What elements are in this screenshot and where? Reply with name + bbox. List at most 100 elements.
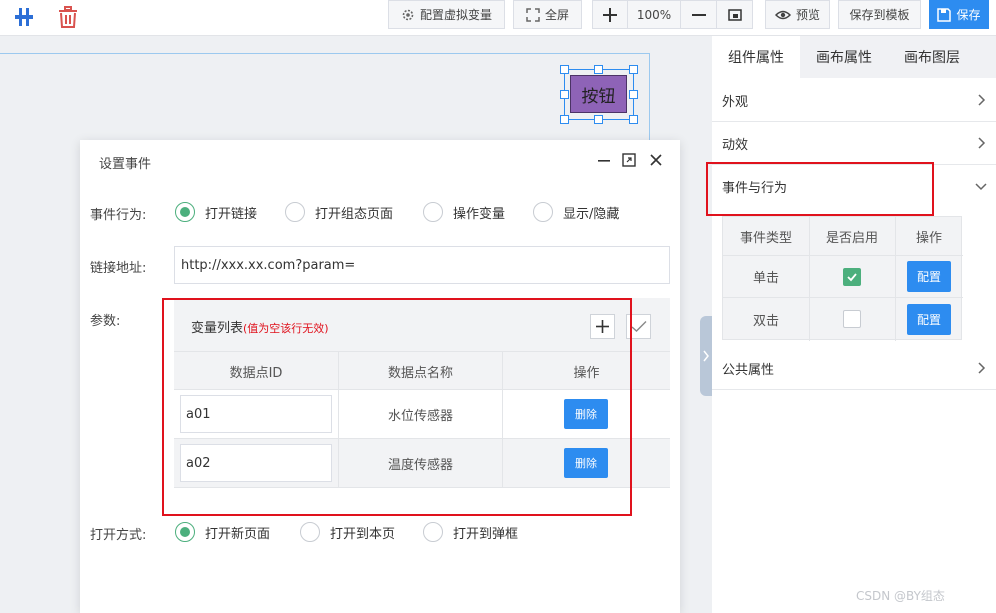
radio-dot: [423, 522, 443, 542]
event-table: 事件类型 是否启用 操作 单击 配置 双击 配置: [722, 216, 963, 341]
radio-label: 打开链接: [205, 206, 258, 222]
radio-open-scada-page[interactable]: 打开组态页面: [285, 202, 393, 222]
floppy-disk-icon: [937, 7, 952, 22]
configure-button[interactable]: 配置: [907, 303, 951, 335]
canvas-boundary-vline: [649, 53, 650, 153]
radio-dot: [533, 202, 553, 222]
events-highlight-box: [706, 162, 934, 216]
radio-label: 打开组态页面: [315, 206, 394, 222]
radio-show-hide[interactable]: 显示/隐藏: [533, 202, 619, 222]
config-virtual-vars-label: 配置虚拟变量: [419, 8, 492, 22]
event-table-header: 操作: [915, 230, 942, 246]
minus-icon: [691, 13, 706, 16]
radio-operate-variable[interactable]: 操作变量: [423, 202, 505, 222]
align-icon[interactable]: [11, 4, 37, 30]
maximize-icon[interactable]: [621, 152, 637, 168]
chevron-down-icon: [975, 183, 987, 191]
canvas-button-widget[interactable]: 按钮: [570, 75, 627, 113]
save-to-template-button[interactable]: 保存到模板: [838, 0, 921, 29]
radio-label: 操作变量: [453, 206, 506, 222]
expand-icon: [526, 7, 540, 22]
canvas-boundary-line: [0, 53, 650, 54]
save-to-template-label: 保存到模板: [849, 8, 910, 22]
radio-open-new-page[interactable]: 打开新页面: [175, 522, 270, 542]
resize-handle[interactable]: [594, 65, 603, 74]
radio-label: 打开到弹框: [453, 526, 519, 542]
fullscreen-label: 全屏: [544, 8, 569, 22]
chevron-right-icon: [978, 137, 986, 149]
radio-dot: [423, 202, 443, 222]
radio-open-link[interactable]: 打开链接: [175, 202, 257, 222]
resize-handle[interactable]: [560, 90, 569, 99]
configure-button[interactable]: 配置: [907, 261, 951, 292]
section-animation-label: 动效: [722, 137, 749, 153]
resize-handle[interactable]: [629, 90, 638, 99]
event-action-cell: 配置: [895, 298, 963, 340]
zoom-in-button[interactable]: [592, 0, 628, 29]
right-panel-tabs: 组件属性 画布属性 画布图层: [712, 36, 996, 78]
gear-icon: [402, 9, 414, 20]
enabled-checkbox[interactable]: [843, 310, 861, 328]
section-common-props-label: 公共属性: [722, 362, 775, 378]
check-icon: [847, 272, 857, 281]
panel-collapse-tab[interactable]: [700, 316, 712, 396]
plus-icon: [603, 7, 617, 22]
radio-dot: [285, 202, 305, 222]
open-mode-label: 打开方式:: [90, 528, 147, 543]
event-enabled-cell: [809, 256, 895, 297]
save-label: 保存: [956, 8, 981, 22]
check-icon: [631, 321, 646, 332]
close-icon[interactable]: [648, 152, 664, 168]
radio-dot: [175, 202, 195, 222]
section-animation[interactable]: 动效: [712, 122, 996, 165]
zoom-level-value: 100%: [636, 7, 672, 22]
trash-icon[interactable]: [55, 4, 81, 30]
fit-screen-icon: [727, 8, 742, 21]
fit-screen-button[interactable]: [716, 0, 753, 29]
config-virtual-vars-button[interactable]: 配置虚拟变量: [388, 0, 505, 29]
save-button[interactable]: 保存: [929, 0, 989, 29]
radio-dot: [300, 522, 320, 542]
resize-handle[interactable]: [629, 115, 638, 124]
radio-label: 打开新页面: [205, 526, 271, 542]
watermark: CSDN @BY组态: [856, 589, 945, 603]
event-action-cell: 配置: [895, 256, 963, 297]
event-enabled-cell: [809, 298, 895, 340]
params-label: 参数:: [90, 314, 121, 329]
chevron-right-icon: [978, 362, 986, 374]
radio-label: 显示/隐藏: [563, 206, 620, 222]
resize-handle[interactable]: [594, 115, 603, 124]
behavior-label: 事件行为:: [90, 208, 147, 223]
top-toolbar: 配置虚拟变量 全屏 100% 预览 保存到模板 保存: [0, 0, 996, 36]
tab-component-props[interactable]: 组件属性: [712, 36, 800, 78]
section-appearance[interactable]: 外观: [712, 79, 996, 122]
section-common-props[interactable]: 公共属性: [712, 347, 996, 390]
resize-handle[interactable]: [629, 65, 638, 74]
resize-handle[interactable]: [560, 115, 569, 124]
chevron-right-icon: [703, 350, 709, 362]
minimize-icon[interactable]: [596, 152, 612, 168]
chevron-right-icon: [978, 94, 986, 106]
event-type-cell: 单击: [752, 271, 779, 286]
dialog-title: 设置事件: [99, 157, 152, 172]
right-panel: 组件属性 画布属性 画布图层 外观 动效 事件与行为 事件类型 是否启用 操作 …: [712, 36, 996, 613]
zoom-out-button[interactable]: [680, 0, 717, 29]
fullscreen-button[interactable]: 全屏: [513, 0, 582, 29]
radio-open-this-page[interactable]: 打开到本页: [300, 522, 395, 542]
radio-label: 打开到本页: [330, 526, 396, 542]
event-table-header: 是否启用: [825, 230, 878, 246]
params-highlight-box: [162, 298, 632, 516]
enabled-checkbox[interactable]: [843, 267, 861, 286]
resize-handle[interactable]: [560, 65, 569, 74]
event-table-header: 事件类型: [739, 230, 792, 246]
section-appearance-label: 外观: [722, 94, 749, 110]
tab-canvas-props[interactable]: 画布属性: [800, 36, 888, 78]
eye-icon: [774, 10, 791, 19]
url-input[interactable]: http://xxx.xx.com?param=: [174, 246, 670, 284]
radio-open-popup[interactable]: 打开到弹框: [423, 522, 518, 542]
preview-label: 预览: [795, 8, 820, 22]
preview-button[interactable]: 预览: [765, 0, 830, 29]
radio-dot: [175, 522, 195, 542]
tab-canvas-layers[interactable]: 画布图层: [888, 36, 976, 78]
url-label: 链接地址:: [90, 261, 147, 276]
